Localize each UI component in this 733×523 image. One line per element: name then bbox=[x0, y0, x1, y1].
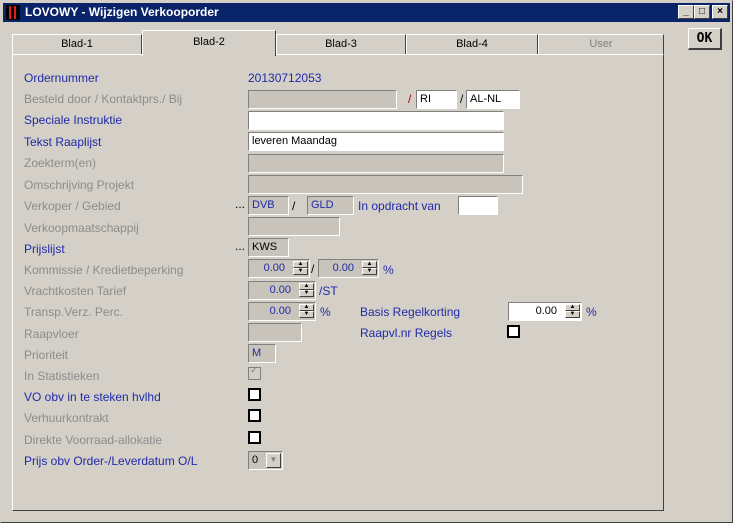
tab-blad-3[interactable]: Blad-3 bbox=[276, 34, 406, 55]
besteld-door-label: Besteld door / Kontaktprs./ Bij bbox=[24, 92, 183, 106]
prijslijst-lookup[interactable]: ... bbox=[235, 239, 245, 253]
verkoper-lookup[interactable]: ... bbox=[235, 197, 245, 211]
kontaktpersoon-field[interactable]: RI bbox=[416, 90, 457, 109]
vrachtkosten-spinner[interactable]: ▲ ▼ bbox=[299, 283, 314, 298]
speciale-instructie-field[interactable] bbox=[248, 111, 504, 130]
verkoper-field[interactable]: DVB bbox=[248, 196, 289, 215]
kommissie-spinner[interactable]: ▲ ▼ bbox=[293, 261, 308, 276]
app-icon bbox=[6, 5, 20, 20]
kredietbeperking-value: 0.00 bbox=[332, 262, 354, 274]
kredietbeperking-spinner[interactable]: ▲ ▼ bbox=[362, 261, 377, 276]
in-statistieken-label: In Statistieken bbox=[24, 369, 100, 383]
vrachtkosten-value: 0.00 bbox=[269, 284, 291, 296]
omschrijving-projekt-label: Omschrijving Projekt bbox=[24, 178, 135, 192]
tab-blad-4[interactable]: Blad-4 bbox=[406, 34, 538, 55]
transp-verz-value: 0.00 bbox=[269, 305, 291, 317]
basis-regelkorting-label: Basis Regelkorting bbox=[360, 305, 461, 319]
ordernummer-label: Ordernummer bbox=[24, 71, 99, 85]
tab-blad-2[interactable]: Blad-2 bbox=[142, 30, 276, 56]
kommissie-unit: % bbox=[383, 263, 394, 277]
ordernummer-value: 20130712053 bbox=[248, 71, 322, 85]
prioriteit-field[interactable]: M bbox=[248, 344, 276, 363]
prioriteit-label: Prioriteit bbox=[24, 348, 69, 362]
verhuurkontrakt-label: Verhuurkontrakt bbox=[24, 411, 109, 425]
raapvloer-label: Raapvloer bbox=[24, 327, 79, 341]
close-button[interactable]: × bbox=[712, 5, 728, 19]
tekst-raaplijst-label: Tekst Raaplijst bbox=[24, 135, 102, 149]
verkoper-separator: / bbox=[292, 199, 296, 213]
kontakt-separator: / bbox=[460, 92, 464, 106]
vo-obv-label: VO obv in te steken hvlhd bbox=[24, 390, 161, 404]
basis-regelkorting-value: 0.00 bbox=[535, 305, 557, 317]
in-opdracht-field[interactable] bbox=[458, 196, 498, 215]
vrachtkosten-field[interactable]: 0.00 ▲ ▼ bbox=[248, 281, 316, 300]
ok-button[interactable]: OK bbox=[688, 28, 722, 50]
verkoopmaatschappij-field[interactable] bbox=[248, 217, 340, 236]
basis-regelkorting-unit: % bbox=[586, 305, 597, 319]
omschrijving-projekt-field[interactable] bbox=[248, 175, 523, 194]
basis-regelkorting-spinner[interactable]: ▲ ▼ bbox=[565, 304, 580, 319]
gebied-field[interactable]: GLD bbox=[307, 196, 354, 215]
prijs-obv-value: 0 bbox=[252, 454, 259, 466]
verkoper-gebied-label: Verkoper / Gebied bbox=[24, 199, 121, 213]
kommissie-separator: / bbox=[311, 262, 315, 276]
prijs-obv-label: Prijs obv Order-/Leverdatum O/L bbox=[24, 454, 198, 468]
tab-blad-1[interactable]: Blad-1 bbox=[12, 34, 142, 55]
transp-verz-unit: % bbox=[320, 305, 331, 319]
tab-user[interactable]: User bbox=[538, 34, 664, 55]
verkoopmaatschappij-label: Verkoopmaatschappij bbox=[24, 221, 139, 235]
prijs-obv-select[interactable]: 0 ▼ bbox=[248, 451, 283, 470]
minimize-button[interactable]: _ bbox=[678, 5, 694, 19]
tekst-raaplijst-field[interactable]: leveren Maandag bbox=[248, 132, 504, 151]
kommissie-field[interactable]: 0.00 ▲ ▼ bbox=[248, 259, 310, 278]
main-window: LOVOWY - Wijzigen Verkooporder _ □ × OK … bbox=[0, 0, 733, 523]
prijslijst-label: Prijslijst bbox=[24, 242, 65, 256]
besteld-door-field[interactable] bbox=[248, 90, 397, 109]
basis-regelkorting-field[interactable]: 0.00 ▲ ▼ bbox=[508, 302, 582, 321]
transp-verz-spinner[interactable]: ▲ ▼ bbox=[299, 304, 314, 319]
zoekterm-label: Zoekterm(en) bbox=[24, 156, 97, 170]
title-bar: LOVOWY - Wijzigen Verkooporder _ □ × bbox=[3, 3, 730, 22]
raapvl-regels-checkbox[interactable] bbox=[507, 325, 520, 338]
in-statistieken-checkbox[interactable]: ✓ bbox=[248, 365, 261, 380]
besteld-door-separator: / bbox=[408, 92, 412, 106]
prijslijst-field[interactable]: KWS bbox=[248, 238, 289, 257]
vo-obv-checkbox[interactable] bbox=[248, 388, 261, 401]
chevron-down-icon[interactable]: ▼ bbox=[266, 453, 281, 468]
verhuurkontrakt-checkbox[interactable] bbox=[248, 409, 261, 422]
kredietbeperking-field[interactable]: 0.00 ▲ ▼ bbox=[318, 259, 379, 278]
kommissie-label: Kommissie / Kredietbeperking bbox=[24, 263, 184, 277]
window-title: LOVOWY - Wijzigen Verkooporder bbox=[25, 5, 219, 19]
check-icon: ✓ bbox=[250, 365, 259, 376]
raapvloer-field[interactable] bbox=[248, 323, 302, 342]
transp-verz-label: Transp.Verz. Perc. bbox=[24, 305, 123, 319]
direkte-voorraad-label: Direkte Voorraad-allokatie bbox=[24, 433, 163, 447]
in-opdracht-label: In opdracht van bbox=[358, 199, 441, 213]
kommissie-value: 0.00 bbox=[263, 262, 285, 274]
speciale-instructie-label: Speciale Instruktie bbox=[24, 113, 123, 127]
vrachtkosten-label: Vrachtkosten Tarief bbox=[24, 284, 127, 298]
direkte-voorraad-checkbox[interactable] bbox=[248, 431, 261, 444]
zoekterm-field[interactable] bbox=[248, 154, 504, 173]
vrachtkosten-unit: /ST bbox=[319, 284, 338, 298]
maximize-button[interactable]: □ bbox=[694, 5, 710, 19]
raapvl-regels-label: Raapvl.nr Regels bbox=[360, 326, 453, 340]
transp-verz-field[interactable]: 0.00 ▲ ▼ bbox=[248, 302, 316, 321]
bij-field[interactable]: AL-NL bbox=[466, 90, 520, 109]
